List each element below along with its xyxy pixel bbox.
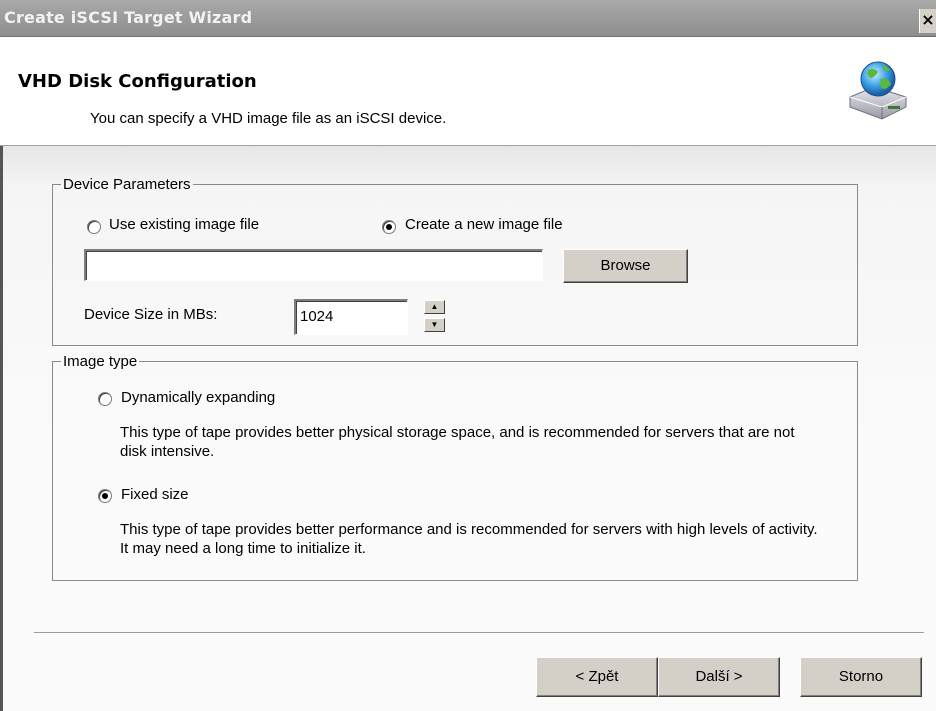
use-existing-label[interactable]: Use existing image file bbox=[109, 216, 259, 233]
spin-up-icon[interactable]: ▲ bbox=[424, 300, 445, 314]
image-path-input[interactable] bbox=[84, 249, 543, 281]
image-type-legend: Image type bbox=[63, 353, 138, 370]
device-size-label: Device Size in MBs: bbox=[84, 306, 218, 323]
globe-disk-icon bbox=[849, 61, 907, 120]
back-button[interactable]: < Zpět bbox=[536, 657, 658, 697]
fixed-size-radio[interactable] bbox=[98, 489, 112, 503]
fixed-size-label[interactable]: Fixed size bbox=[121, 486, 189, 503]
page-title: VHD Disk Configuration bbox=[18, 71, 257, 92]
cancel-button[interactable]: Storno bbox=[800, 657, 922, 697]
wizard-header: VHD Disk Configuration You can specify a… bbox=[0, 37, 936, 146]
use-existing-radio[interactable] bbox=[87, 220, 101, 234]
browse-button[interactable]: Browse bbox=[563, 249, 688, 283]
fixed-size-description: This type of tape provides better perfor… bbox=[120, 521, 818, 557]
close-icon[interactable]: × bbox=[919, 9, 936, 33]
create-new-label[interactable]: Create a new image file bbox=[405, 216, 563, 233]
title-bar: Create iSCSI Target Wizard × bbox=[0, 0, 936, 37]
device-parameters-legend: Device Parameters bbox=[63, 176, 191, 193]
dynamically-expanding-label[interactable]: Dynamically expanding bbox=[121, 389, 275, 406]
spin-down-icon[interactable]: ▼ bbox=[424, 318, 445, 332]
create-new-radio[interactable] bbox=[382, 220, 396, 234]
footer-separator bbox=[34, 632, 924, 634]
dynamically-expanding-description: This type of tape provides better physic… bbox=[120, 424, 795, 460]
window-title: Create iSCSI Target Wizard bbox=[4, 8, 253, 27]
next-button[interactable]: Další > bbox=[658, 657, 780, 697]
window-left-edge bbox=[0, 146, 3, 711]
dynamically-expanding-radio[interactable] bbox=[98, 392, 112, 406]
page-subtitle: You can specify a VHD image file as an i… bbox=[90, 110, 447, 127]
device-size-input[interactable]: 1024 bbox=[294, 299, 408, 335]
